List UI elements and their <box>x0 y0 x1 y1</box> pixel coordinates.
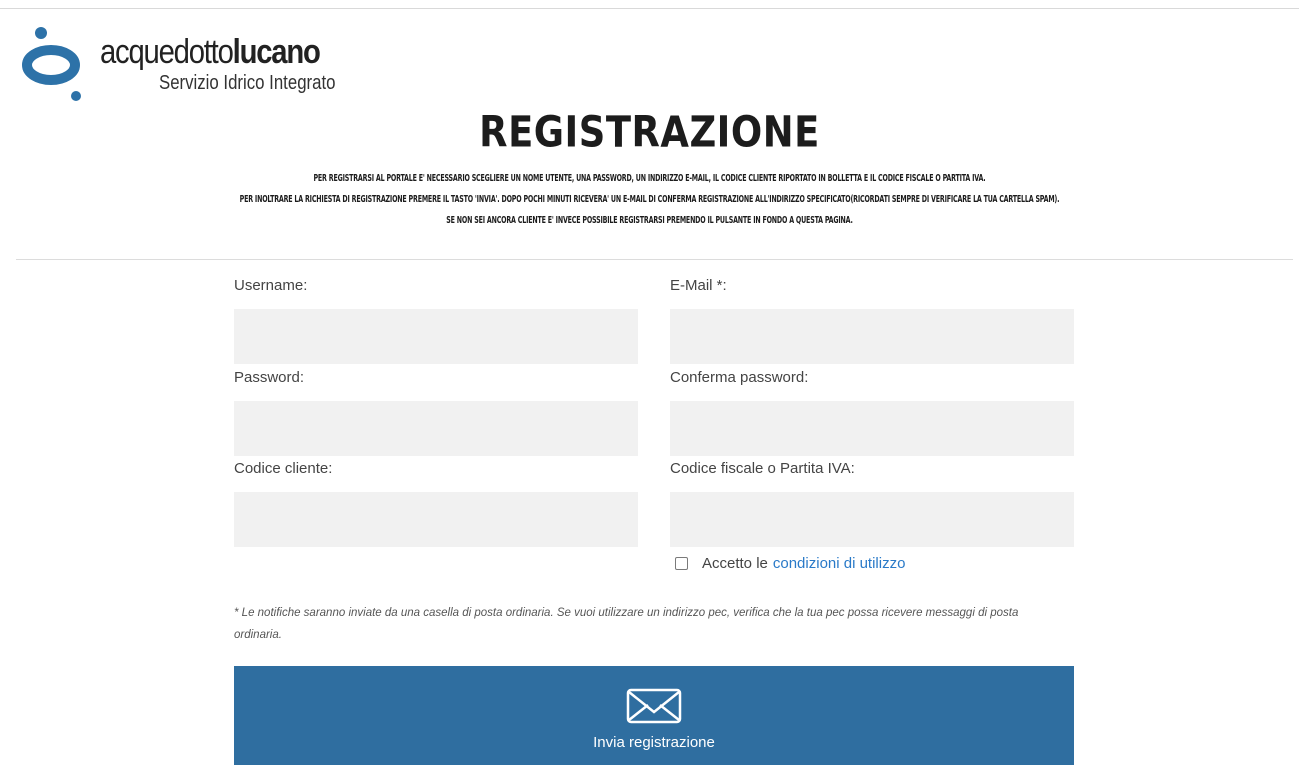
email-label: E-Mail *: <box>670 277 727 294</box>
terms-row: Accetto le condizioni di utilizzo <box>675 553 905 573</box>
intro-line: SE NON SEI ANCORA CLIENTE E' INVECE POSS… <box>446 215 853 226</box>
intro-line: PER REGISTRARSI AL PORTALE E' NECESSARIO… <box>313 173 986 184</box>
tax-code-input[interactable] <box>670 492 1074 547</box>
brand-name-part2: lucano <box>232 33 321 71</box>
confirm-password-input[interactable] <box>670 401 1074 456</box>
password-input[interactable] <box>234 401 638 456</box>
customer-code-label: Codice cliente: <box>234 460 333 477</box>
confirm-password-label: Conferma password: <box>670 369 809 386</box>
pec-notice: * Le notifiche saranno inviate da una ca… <box>234 607 1019 641</box>
confirm-password-group: Conferma password: <box>670 368 1074 456</box>
envelope-icon <box>626 688 682 724</box>
terms-link[interactable]: condizioni di utilizzo <box>773 555 906 572</box>
customer-code-input[interactable] <box>234 492 638 547</box>
username-group: Username: <box>234 276 638 364</box>
section-divider <box>16 259 1293 260</box>
terms-label: Accetto le <box>702 554 768 572</box>
submit-registration-button[interactable]: Invia registrazione <box>234 666 1074 765</box>
brand-subtitle: Servizio Idrico Integrato <box>159 72 336 94</box>
submit-label: Invia registrazione <box>593 734 715 751</box>
brand-name: acquedottolucano <box>100 33 321 71</box>
email-input[interactable] <box>670 309 1074 364</box>
username-label: Username: <box>234 277 308 294</box>
logo-mark-icon <box>22 27 81 101</box>
intro-line: PER INOLTRARE LA RICHIESTA DI REGISTRAZI… <box>239 194 1060 205</box>
username-input[interactable] <box>234 309 638 364</box>
customer-code-group: Codice cliente: <box>234 459 638 547</box>
top-divider <box>0 8 1299 9</box>
tax-code-group: Codice fiscale o Partita IVA: <box>670 459 1074 547</box>
password-label: Password: <box>234 369 305 386</box>
terms-checkbox[interactable] <box>675 556 688 570</box>
email-group: E-Mail *: <box>670 276 1074 364</box>
tax-code-label: Codice fiscale o Partita IVA: <box>670 460 855 477</box>
brand-name-part1: acquedotto <box>100 33 234 71</box>
brand-logo[interactable]: acquedottolucano Servizio Idrico Integra… <box>14 26 414 102</box>
page-title: REGISTRAZIONE <box>479 106 820 158</box>
intro-text: PER REGISTRARSI AL PORTALE E' NECESSARIO… <box>0 168 1299 231</box>
password-group: Password: <box>234 368 638 456</box>
